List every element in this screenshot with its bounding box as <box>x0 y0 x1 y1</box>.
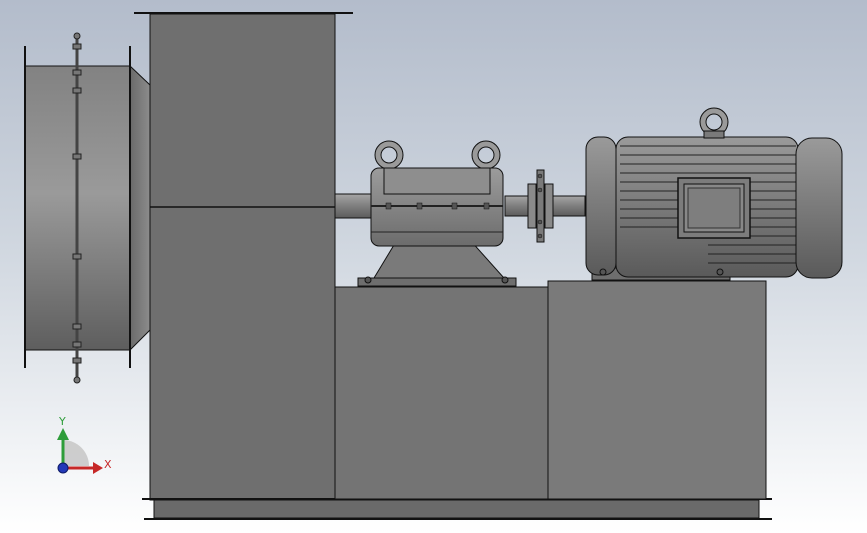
motor-pedestal <box>547 280 767 500</box>
x-axis-label: X <box>104 458 112 471</box>
fan-housing <box>134 12 353 501</box>
coupling <box>527 169 554 243</box>
y-axis-label: Y <box>58 415 66 428</box>
coordinate-triad: Y X <box>57 415 112 474</box>
base-frame <box>142 498 772 520</box>
inlet-ring <box>24 32 151 384</box>
cad-viewport[interactable]: Y X <box>0 0 867 533</box>
fan-pedestal <box>334 286 549 500</box>
bearing-housing <box>357 140 517 287</box>
electric-motor <box>585 107 843 281</box>
